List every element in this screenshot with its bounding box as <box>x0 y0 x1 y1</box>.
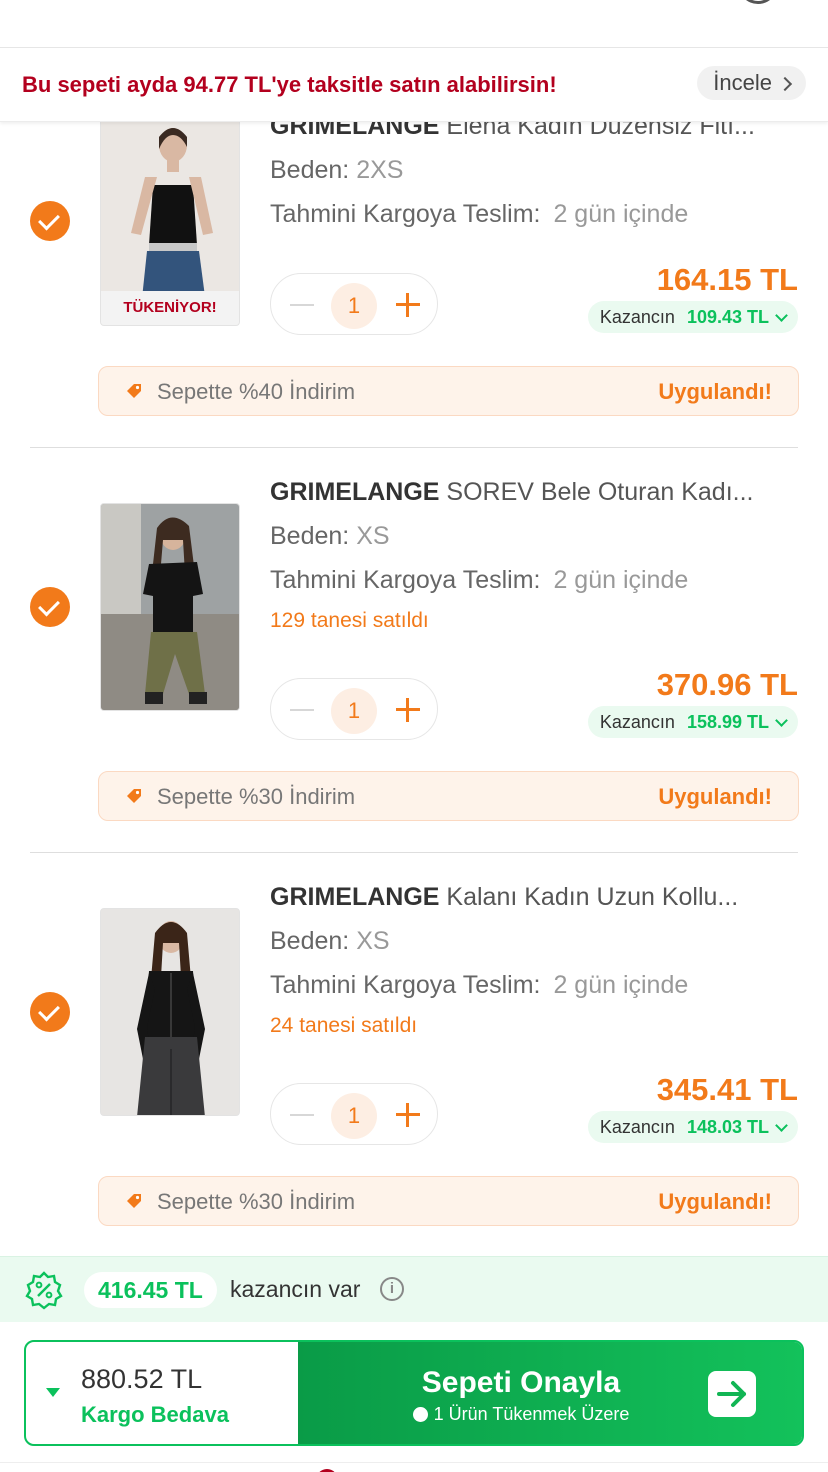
size-value: XS <box>356 522 390 550</box>
discount-text: Sepette %30 İndirim <box>157 1189 356 1214</box>
divider <box>30 852 798 853</box>
clock-icon <box>412 1407 428 1422</box>
size-label: Beden: <box>270 927 350 955</box>
item-savings[interactable]: Kazancın 109.43 TL <box>587 301 798 333</box>
chevron-right-icon <box>777 76 793 91</box>
item-checkbox[interactable] <box>30 201 70 241</box>
review-label: İncele <box>713 70 772 95</box>
chevron-down-icon <box>775 1118 788 1132</box>
size-label: Beden: <box>270 522 350 550</box>
savings-amount: 158.99 TL <box>686 711 769 732</box>
review-button[interactable]: İncele <box>697 66 806 100</box>
product-brand: GRIMELANGE <box>270 478 440 506</box>
installment-text: Bu sepeti ayda 94.77 TL'ye taksitle satı… <box>22 72 557 97</box>
quantity-stepper: 1 <box>270 1083 438 1145</box>
quantity-stepper: 1 <box>270 678 438 740</box>
delivery-value: 2 gün içinde <box>553 971 689 999</box>
divider <box>30 447 798 448</box>
item-price: 164.15 TL <box>656 262 798 297</box>
sold-count: 129 tanesi satıldı <box>270 609 429 632</box>
discount-text: Sepette %40 İndirim <box>157 379 356 404</box>
discount-banner: Sepette %40 İndirim Uygulandı! <box>98 366 799 416</box>
savings-amount: 148.03 TL <box>686 1116 769 1137</box>
product-image[interactable]: TÜKENİYOR! <box>100 104 240 326</box>
discount-text: Sepette %30 İndirim <box>157 784 356 809</box>
discount-applied: Uygulandı! <box>658 1189 772 1214</box>
discount-applied: Uygulandı! <box>658 379 772 404</box>
installment-banner: Bu sepeti ayda 94.77 TL'ye taksitle satı… <box>0 48 828 122</box>
item-checkbox[interactable] <box>30 587 70 627</box>
confirm-subtext: 1 Ürün Tükenmek Üzere <box>298 1404 744 1425</box>
product-photo-icon <box>101 909 239 1115</box>
delivery-estimate: Tahmini Kargoya Teslim: 2 gün içinde <box>270 971 688 1000</box>
product-brand: GRIMELANGE <box>270 883 440 911</box>
total-savings-text: kazancın var <box>230 1276 361 1302</box>
chevron-down-icon <box>775 713 788 727</box>
quantity-value: 1 <box>331 1093 377 1139</box>
item-price: 345.41 TL <box>656 1072 798 1107</box>
total-savings-amount: 416.45 TL <box>84 1272 217 1308</box>
savings-label: Kazancın <box>599 1116 675 1137</box>
confirm-label: Sepeti Onayla <box>421 1366 621 1399</box>
discount-applied: Uygulandı! <box>658 784 772 809</box>
bottom-nav-edge <box>0 1462 828 1472</box>
product-size: Beden: XS <box>270 522 390 551</box>
tag-icon <box>127 384 141 398</box>
sold-count: 24 tanesi satıldı <box>270 1014 418 1037</box>
item-savings[interactable]: Kazancın 158.99 TL <box>587 706 798 738</box>
increase-button[interactable] <box>391 1098 425 1132</box>
size-label: Beden: <box>270 156 350 184</box>
expand-summary-icon[interactable] <box>46 1388 60 1397</box>
quantity-value: 1 <box>331 283 377 329</box>
savings-amount: 109.43 TL <box>686 306 769 327</box>
checkout-bar: 880.52 TL Kargo Bedava Sepeti Onayla 1 Ü… <box>24 1340 804 1446</box>
total-savings-bar: 416.45 TL kazancın var i <box>0 1256 828 1322</box>
savings-label: Kazancın <box>599 711 675 732</box>
product-photo-icon <box>101 504 239 710</box>
cart-total[interactable]: 880.52 TL <box>81 1364 202 1395</box>
increase-button[interactable] <box>391 693 425 727</box>
delivery-label: Tahmini Kargoya Teslim: <box>270 566 541 594</box>
confirm-cart-button[interactable]: Sepeti Onayla 1 Ürün Tükenmek Üzere <box>298 1342 802 1444</box>
increase-button[interactable] <box>391 288 425 322</box>
item-price: 370.96 TL <box>656 667 798 702</box>
chevron-down-icon <box>775 308 788 322</box>
quantity-stepper: 1 <box>270 273 438 335</box>
account-icon[interactable] <box>738 0 778 4</box>
shipping-status: Kargo Bedava <box>81 1402 229 1427</box>
product-title[interactable]: GRIMELANGE SOREV Bele Oturan Kadı... <box>270 478 800 507</box>
stock-badge: TÜKENİYOR! <box>101 291 239 325</box>
decrease-button[interactable] <box>285 1098 319 1132</box>
decrease-button[interactable] <box>285 693 319 727</box>
delivery-value: 2 gün içinde <box>553 566 689 594</box>
product-name: SOREV Bele Oturan Kadı... <box>446 478 754 506</box>
size-value: XS <box>356 927 390 955</box>
tag-icon <box>127 1194 141 1208</box>
stock-warning: 1 Ürün Tükenmek Üzere <box>433 1404 630 1424</box>
arrow-right-icon <box>708 1371 756 1417</box>
discount-banner: Sepette %30 İndirim Uygulandı! <box>98 1176 799 1226</box>
discount-banner: Sepette %30 İndirim Uygulandı! <box>98 771 799 821</box>
delivery-estimate: Tahmini Kargoya Teslim: 2 gün içinde <box>270 566 688 595</box>
product-title[interactable]: GRIMELANGE Kalanı Kadın Uzun Kollu... <box>270 883 800 912</box>
product-image[interactable] <box>100 503 240 711</box>
product-size: Beden: 2XS <box>270 156 403 185</box>
size-value: 2XS <box>356 156 404 184</box>
delivery-estimate: Tahmini Kargoya Teslim: 2 gün içinde <box>270 200 688 229</box>
percent-badge-icon <box>25 1271 63 1310</box>
header-strip <box>0 0 828 48</box>
product-image[interactable] <box>100 908 240 1116</box>
decrease-button[interactable] <box>285 288 319 322</box>
quantity-value: 1 <box>331 688 377 734</box>
delivery-value: 2 gün içinde <box>553 200 689 228</box>
delivery-label: Tahmini Kargoya Teslim: <box>270 971 541 999</box>
item-checkbox[interactable] <box>30 992 70 1032</box>
product-size: Beden: XS <box>270 927 390 956</box>
product-name: Kalanı Kadın Uzun Kollu... <box>446 883 739 911</box>
tag-icon <box>127 789 141 803</box>
item-savings[interactable]: Kazancın 148.03 TL <box>587 1111 798 1143</box>
delivery-label: Tahmini Kargoya Teslim: <box>270 200 541 228</box>
savings-label: Kazancın <box>599 306 675 327</box>
info-icon[interactable]: i <box>380 1277 404 1301</box>
